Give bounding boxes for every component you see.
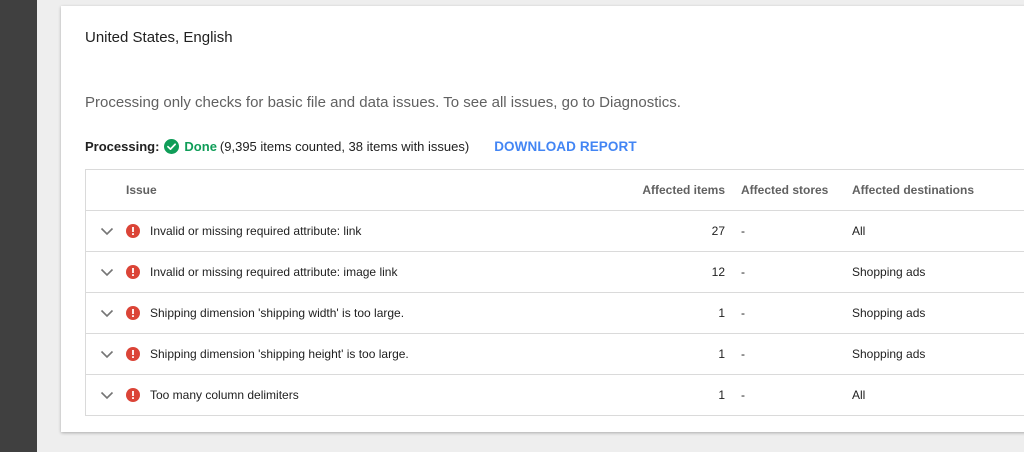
processing-status-done: Done (184, 139, 217, 154)
left-nav-rail (0, 0, 37, 452)
check-circle-icon (164, 139, 180, 154)
affected-items-value: 1 (718, 306, 725, 320)
chevron-down-icon[interactable] (99, 293, 115, 333)
issue-text: Invalid or missing required attribute: i… (150, 265, 398, 279)
table-row[interactable]: Invalid or missing required attribute: l… (86, 211, 1024, 252)
affected-items-value: 27 (711, 224, 725, 238)
feed-title: United States, English (85, 29, 233, 46)
issues-table: Issue Affected items Affected stores Aff… (85, 169, 1024, 416)
affected-destinations-value: All (852, 388, 866, 402)
affected-stores-value: - (741, 388, 745, 402)
download-report-button[interactable]: DOWNLOAD REPORT (494, 139, 637, 154)
chevron-down-icon[interactable] (99, 211, 115, 251)
processing-summary: (9,395 items counted, 38 items with issu… (219, 139, 470, 154)
affected-destinations-value: All (852, 224, 866, 238)
affected-stores-value: - (741, 306, 745, 320)
header-affected-destinations[interactable]: Affected destinations (852, 170, 974, 210)
chevron-down-icon[interactable] (99, 252, 115, 292)
header-affected-items[interactable]: Affected items (642, 170, 725, 210)
affected-items-value: 1 (718, 347, 725, 361)
affected-destinations-value: Shopping ads (852, 306, 926, 320)
chevron-down-icon[interactable] (99, 375, 115, 415)
processing-status-line: Processing: Done (9,395 items counted, 3… (85, 139, 637, 154)
table-header-row: Issue Affected items Affected stores Aff… (86, 170, 1024, 211)
affected-destinations-value: Shopping ads (852, 347, 926, 361)
affected-destinations-value: Shopping ads (852, 265, 926, 279)
table-row[interactable]: Shipping dimension 'shipping width' is t… (86, 293, 1024, 334)
affected-items-value: 12 (711, 265, 725, 279)
affected-stores-value: - (741, 224, 745, 238)
affected-stores-value: - (741, 347, 745, 361)
header-affected-stores[interactable]: Affected stores (741, 170, 828, 210)
table-row[interactable]: Invalid or missing required attribute: i… (86, 252, 1024, 293)
error-icon (126, 334, 140, 374)
issue-text: Shipping dimension 'shipping width' is t… (150, 306, 405, 320)
issue-text: Invalid or missing required attribute: l… (150, 224, 362, 238)
chevron-down-icon[interactable] (99, 334, 115, 374)
error-icon (126, 293, 140, 333)
error-icon (126, 211, 140, 251)
processing-info-text: Processing only checks for basic file an… (85, 94, 681, 111)
error-icon (126, 252, 140, 292)
table-row[interactable]: Shipping dimension 'shipping height' is … (86, 334, 1024, 375)
feed-processing-card: United States, English Processing only c… (61, 6, 1024, 432)
error-icon (126, 375, 140, 415)
issue-text: Too many column delimiters (150, 388, 299, 402)
affected-stores-value: - (741, 265, 745, 279)
header-issue[interactable]: Issue (126, 170, 157, 210)
processing-label: Processing: (85, 139, 160, 154)
issue-text: Shipping dimension 'shipping height' is … (150, 347, 409, 361)
affected-items-value: 1 (718, 388, 725, 402)
table-row[interactable]: Too many column delimiters 1 - All (86, 375, 1024, 416)
